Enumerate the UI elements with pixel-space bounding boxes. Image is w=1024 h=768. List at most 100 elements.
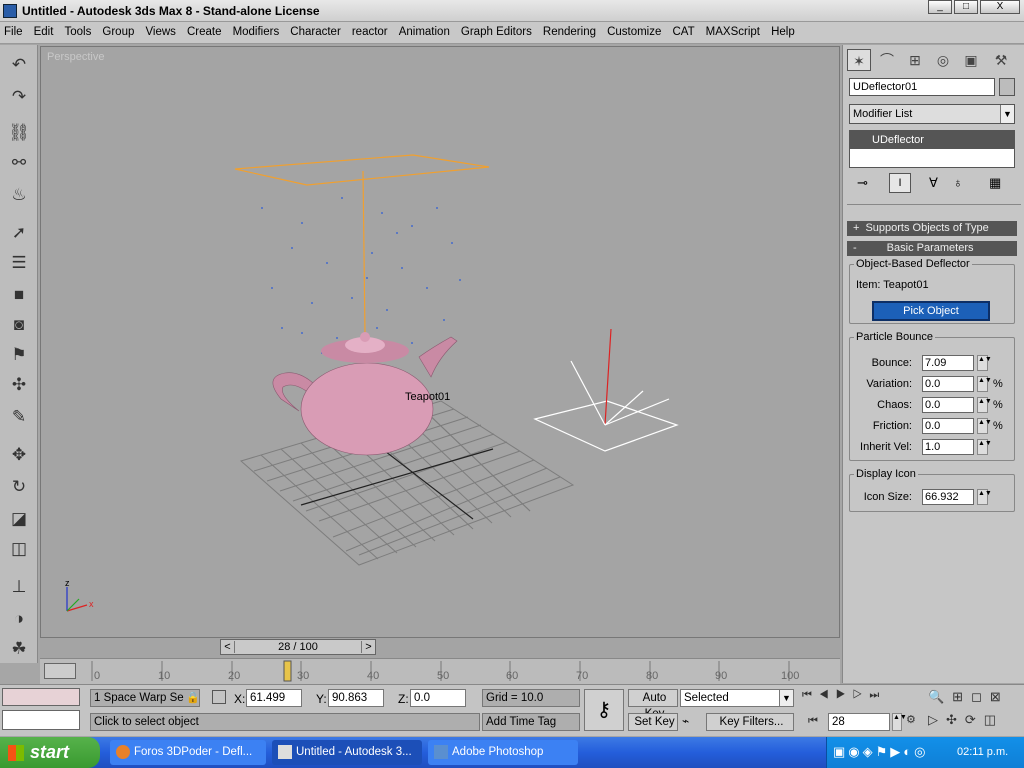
lock-icon[interactable]: 🔒: [186, 691, 200, 704]
menu-group[interactable]: Group: [98, 22, 138, 38]
menu-rendering[interactable]: Rendering: [539, 22, 600, 38]
utilities-tab-icon[interactable]: ⚒: [989, 49, 1013, 71]
perspective-viewport[interactable]: Perspective Teapot01 z x: [40, 46, 840, 638]
y-coordinate-field[interactable]: 90.863: [328, 689, 384, 707]
menu-edit[interactable]: Edit: [30, 22, 58, 38]
tray-icons[interactable]: ▣◉◈⚑▶◐◎: [833, 744, 928, 760]
rollout-basic-parameters[interactable]: - Basic Parameters: [847, 241, 1017, 256]
current-frame-field[interactable]: 28: [828, 713, 890, 731]
unlink-icon[interactable]: ⚯: [7, 151, 31, 175]
modify-tab-icon[interactable]: ⌒: [875, 49, 899, 71]
maxscript-listener-mini[interactable]: [2, 688, 80, 706]
render-icon[interactable]: ☘: [7, 637, 31, 661]
rotate-icon[interactable]: ↻: [7, 475, 31, 499]
object-color-swatch[interactable]: [999, 78, 1015, 96]
object-name-field[interactable]: UDeflector01: [849, 78, 995, 96]
maximize-button[interactable]: □: [954, 0, 978, 14]
menu-reactor[interactable]: reactor: [348, 22, 392, 38]
frame-spinner[interactable]: ▲▼: [892, 713, 907, 731]
window-crossing-icon[interactable]: ◙: [7, 313, 31, 337]
minimize-button[interactable]: _: [928, 0, 952, 14]
set-key-button[interactable]: Set Key: [628, 713, 678, 731]
playback-controls[interactable]: ⏮◀▶▷⏭: [802, 689, 886, 702]
align-icon[interactable]: ⊥: [7, 575, 31, 599]
hierarchy-tab-icon[interactable]: ⊞: [903, 49, 927, 71]
friction-spinner[interactable]: ▲▼: [977, 418, 992, 434]
next-frame-button[interactable]: >: [361, 641, 375, 653]
create-tab-icon[interactable]: ✶: [847, 49, 871, 71]
link-icon[interactable]: ⛓: [7, 121, 31, 145]
teapot-label: Teapot01: [405, 391, 450, 403]
region-select-icon[interactable]: ■: [7, 283, 31, 307]
bounce-field[interactable]: 7.09: [922, 355, 974, 371]
chaos-field[interactable]: 0.0: [922, 397, 974, 413]
viewport-nav-bottom[interactable]: ▷✣⟳◫: [928, 712, 1004, 728]
menu-file[interactable]: File: [0, 22, 27, 38]
bounce-spinner[interactable]: ▲▼: [977, 355, 992, 371]
friction-field[interactable]: 0.0: [922, 418, 974, 434]
z-coordinate-field[interactable]: 0.0: [410, 689, 466, 707]
icon-size-field[interactable]: 66.932: [922, 489, 974, 505]
remove-modifier-icon[interactable]: ♁: [953, 175, 963, 190]
maxscript-input[interactable]: [2, 710, 80, 730]
motion-tab-icon[interactable]: ◎: [931, 49, 955, 71]
material-editor-icon[interactable]: ◑: [7, 607, 31, 631]
auto-key-button[interactable]: Auto Key: [628, 689, 678, 720]
make-unique-icon[interactable]: ∀: [929, 175, 938, 191]
rollout-supports-objects[interactable]: + Supports Objects of Type: [847, 221, 1017, 236]
key-tangents-icon[interactable]: ⌁: [682, 714, 689, 728]
key-filters-button[interactable]: Key Filters...: [706, 713, 794, 731]
menu-customize[interactable]: Customize: [603, 22, 665, 38]
scale-icon[interactable]: ◪: [7, 507, 31, 531]
pick-object-button[interactable]: Pick Object: [872, 301, 990, 321]
menu-character[interactable]: Character: [286, 22, 345, 38]
taskbar-item-photoshop[interactable]: Adobe Photoshop: [428, 740, 578, 765]
variation-field[interactable]: 0.0: [922, 376, 974, 392]
menu-tools[interactable]: Tools: [60, 22, 95, 38]
viewport-nav-top[interactable]: 🔍⊞◻⊠: [928, 689, 1009, 705]
modifier-list-dropdown[interactable]: Modifier List ▼: [849, 104, 1015, 124]
variation-spinner[interactable]: ▲▼: [977, 376, 992, 392]
chaos-spinner[interactable]: ▲▼: [977, 397, 992, 413]
menu-maxscript[interactable]: MAXScript: [702, 22, 764, 38]
key-selection-dropdown[interactable]: Selected ▼: [680, 689, 794, 707]
menu-cat[interactable]: CAT: [668, 22, 698, 38]
track-bar[interactable]: 0 10 20 30 40 50 60 70 80 90 100: [40, 658, 840, 684]
menu-create[interactable]: Create: [183, 22, 226, 38]
absolute-mode-icon[interactable]: [212, 690, 226, 704]
show-end-result-icon[interactable]: I: [889, 173, 911, 193]
redo-icon[interactable]: ↷: [7, 85, 31, 109]
key-icon[interactable]: ⚷: [584, 689, 624, 731]
menu-help[interactable]: Help: [767, 22, 799, 38]
stack-item[interactable]: UDeflector: [850, 131, 1014, 149]
add-time-tag[interactable]: Add Time Tag: [482, 713, 580, 731]
paint-select-icon[interactable]: ✎: [7, 405, 31, 429]
taskbar-item-firefox[interactable]: Foros 3DPoder - Defl...: [110, 740, 266, 765]
icon-size-spinner[interactable]: ▲▼: [977, 489, 992, 505]
move-icon[interactable]: ✥: [7, 443, 31, 467]
selection-filter-icon[interactable]: ⚑: [7, 343, 31, 367]
start-button[interactable]: start: [0, 737, 100, 768]
bind-space-warp-icon[interactable]: ♨: [7, 183, 31, 207]
x-coordinate-field[interactable]: 61.499: [246, 689, 302, 707]
display-tab-icon[interactable]: ▣: [959, 49, 983, 71]
select-by-name-icon[interactable]: ☰: [7, 251, 31, 275]
pin-stack-icon[interactable]: ⊸: [857, 175, 868, 191]
taskbar-item-3dsmax[interactable]: Untitled - Autodesk 3...: [272, 740, 422, 765]
time-slider[interactable]: < 28 / 100 >: [220, 639, 376, 655]
undo-icon[interactable]: ↶: [7, 53, 31, 77]
menu-animation[interactable]: Animation: [395, 22, 454, 38]
time-config-icon[interactable]: ⚙: [906, 713, 916, 726]
configure-sets-icon[interactable]: ▦: [989, 175, 1001, 191]
select-icon[interactable]: ➚: [7, 221, 31, 245]
snap-icon[interactable]: ✣: [7, 373, 31, 397]
menu-views[interactable]: Views: [141, 22, 179, 38]
inherit-vel-field[interactable]: 1.0: [922, 439, 974, 455]
mirror-icon[interactable]: ◫: [7, 537, 31, 561]
menu-modifiers[interactable]: Modifiers: [229, 22, 284, 38]
inherit-vel-spinner[interactable]: ▲▼: [977, 439, 992, 455]
close-button[interactable]: X: [980, 0, 1020, 14]
key-mode-icon[interactable]: ⏮: [808, 715, 818, 728]
prev-frame-button[interactable]: <: [221, 641, 235, 653]
menu-graph-editors[interactable]: Graph Editors: [457, 22, 536, 38]
